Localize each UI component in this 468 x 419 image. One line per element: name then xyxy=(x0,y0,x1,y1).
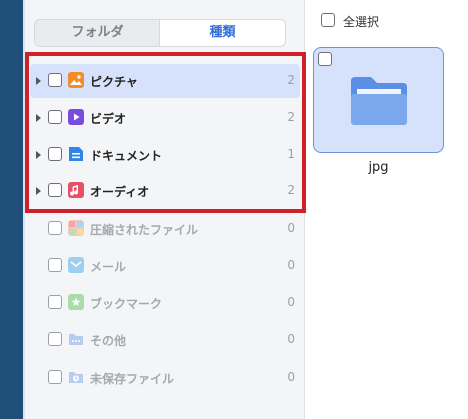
category-label: ブックマーク xyxy=(90,297,163,311)
select-all-checkbox[interactable] xyxy=(321,13,335,27)
category-count: 0 xyxy=(287,332,295,346)
category-count: 0 xyxy=(287,370,295,384)
highlight-box xyxy=(25,52,306,213)
mail-icon xyxy=(68,257,84,273)
category-checkbox[interactable] xyxy=(48,258,62,272)
category-label: その他 xyxy=(90,334,127,348)
category-item-archive[interactable]: 圧縮されたファイル 0 xyxy=(30,212,300,246)
other-icon xyxy=(68,331,84,347)
bookmark-icon xyxy=(68,294,84,310)
view-toggle: フォルダ 種類 xyxy=(34,19,286,47)
select-all-label[interactable]: 全選択 xyxy=(343,13,379,30)
file-card[interactable] xyxy=(313,47,444,153)
category-item-unsaved[interactable]: 未保存ファイル 0 xyxy=(30,361,300,395)
category-count: 0 xyxy=(287,258,295,272)
folder-icon xyxy=(349,75,409,127)
category-label: 圧縮されたファイル xyxy=(90,223,199,237)
category-item-mail[interactable]: メール 0 xyxy=(30,249,300,283)
category-label: メール xyxy=(90,260,127,274)
category-checkbox[interactable] xyxy=(48,295,62,309)
tab-type[interactable]: 種類 xyxy=(159,20,285,46)
file-name: jpg xyxy=(368,160,389,175)
window-edge xyxy=(0,0,23,419)
category-count: 0 xyxy=(287,221,295,235)
archive-icon xyxy=(68,220,84,236)
category-label: 未保存ファイル xyxy=(90,372,175,386)
category-item-other[interactable]: その他 0 xyxy=(30,323,300,357)
unsaved-icon xyxy=(68,369,84,385)
category-count: 0 xyxy=(287,295,295,309)
category-checkbox[interactable] xyxy=(48,370,62,384)
category-item-bookmark[interactable]: ブックマーク 0 xyxy=(30,286,300,320)
tab-folder[interactable]: フォルダ xyxy=(35,20,160,46)
file-checkbox[interactable] xyxy=(318,52,332,66)
category-checkbox[interactable] xyxy=(48,332,62,346)
category-checkbox[interactable] xyxy=(48,221,62,235)
